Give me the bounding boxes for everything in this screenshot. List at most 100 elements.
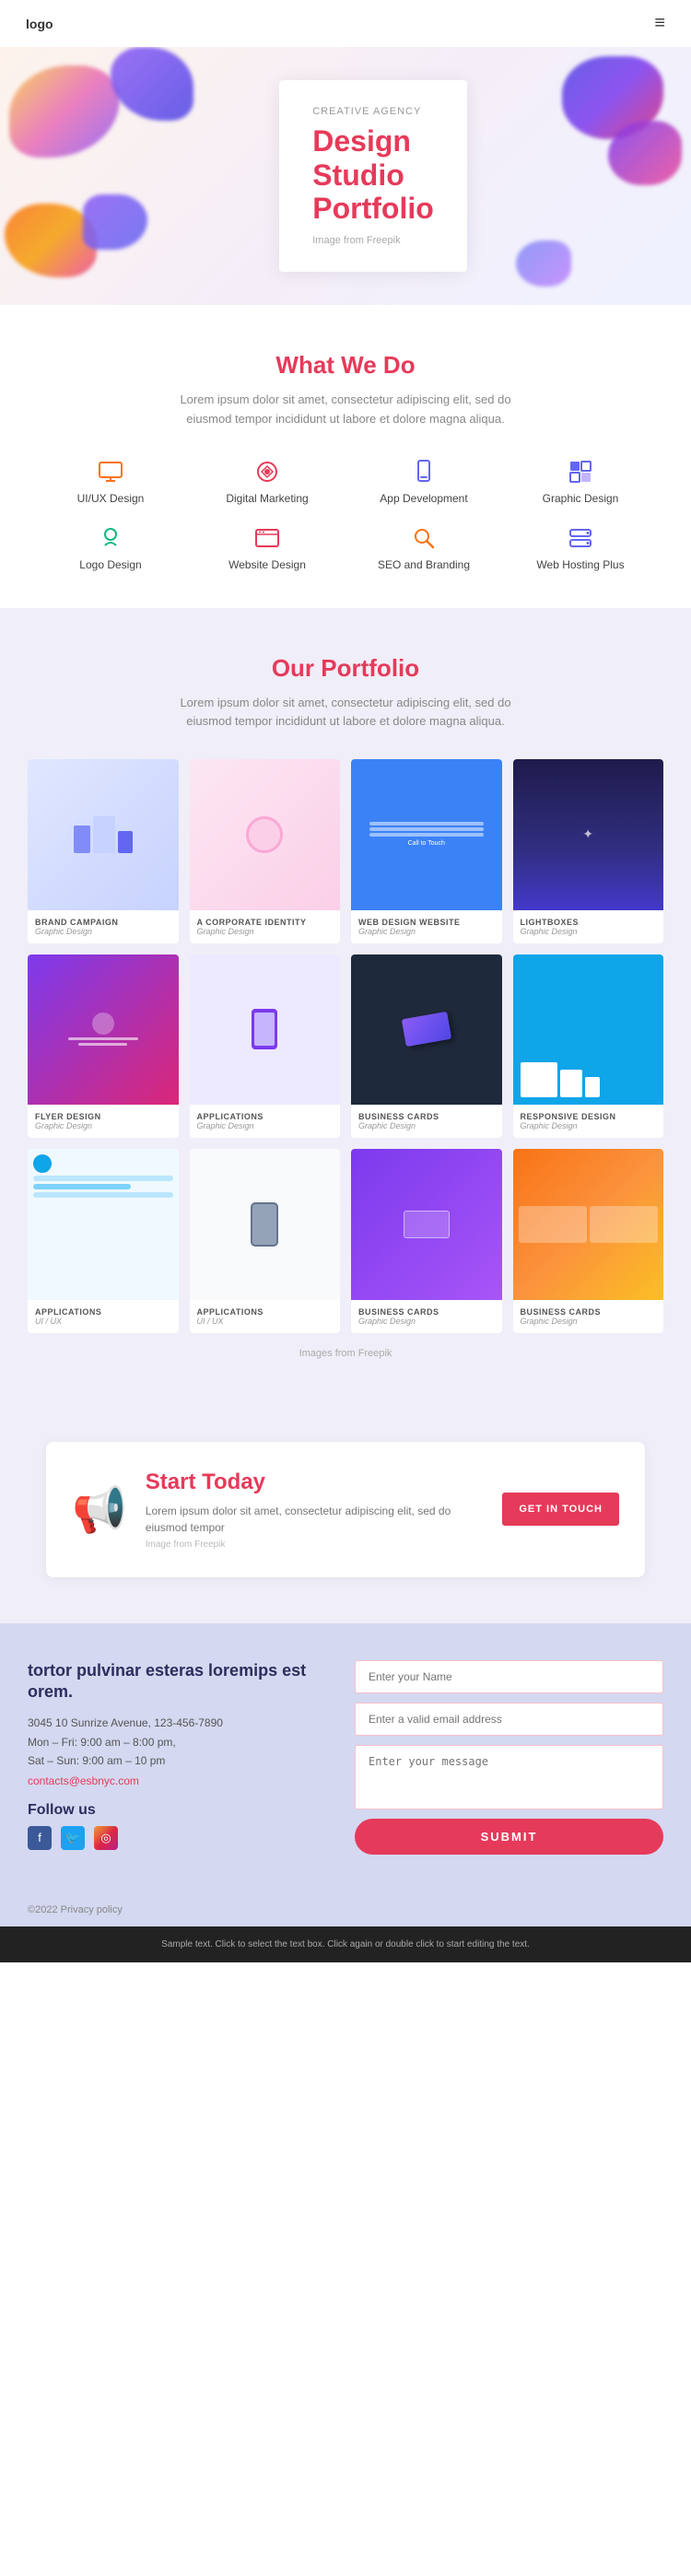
footer-email[interactable]: contacts@esbnyc.com <box>28 1774 336 1787</box>
portfolio-cat-appui2: APPLICATIONS <box>197 1307 334 1317</box>
get-in-touch-button[interactable]: GET IN TOUCH <box>502 1493 619 1526</box>
hero-blob-6 <box>83 194 147 250</box>
portfolio-cat-biz3: BUSINESS CARDS <box>521 1307 657 1317</box>
portfolio-sub-appui: UI / UX <box>35 1317 171 1326</box>
portfolio-info-app: APPLICATIONS Graphic Design <box>190 1105 341 1138</box>
service-hosting: Web Hosting Plus <box>507 523 654 571</box>
start-credit: Image from Freepik <box>146 1540 485 1550</box>
instagram-icon[interactable]: ◎ <box>94 1826 118 1850</box>
portfolio-info-biz2: BUSINESS CARDS Graphic Design <box>351 1300 502 1333</box>
portfolio-item-corp[interactable]: A CORPORATE IDENTITY Graphic Design <box>190 759 341 943</box>
portfolio-img-appui <box>28 1149 179 1300</box>
logo: logo <box>26 17 53 31</box>
seo-icon <box>409 523 439 553</box>
message-input[interactable] <box>355 1745 663 1809</box>
web-label: Website Design <box>228 558 306 571</box>
web-icon <box>252 523 282 553</box>
start-icon: 📢 <box>72 1483 127 1536</box>
social-icons: f 🐦 ◎ <box>28 1826 336 1850</box>
portfolio-info-light: LIGHTBOXES Graphic Design <box>513 910 664 943</box>
email-input[interactable] <box>355 1703 663 1736</box>
portfolio-cat-web: WEB DESIGN WEBSITE <box>358 918 495 927</box>
portfolio-info-brand: BRAND CAMPAIGN Graphic Design <box>28 910 179 943</box>
start-title: Start Today <box>146 1469 485 1495</box>
gd-icon <box>566 457 595 486</box>
twitter-icon[interactable]: 🐦 <box>61 1826 85 1850</box>
bottom-bar: Sample text. Click to select the text bo… <box>0 1926 691 1962</box>
portfolio-info-flyer: FLYER DESIGN Graphic Design <box>28 1105 179 1138</box>
service-uiux: UI/UX Design <box>37 457 184 505</box>
portfolio-img-resp <box>513 954 664 1106</box>
portfolio-item-flyer[interactable]: FLYER DESIGN Graphic Design <box>28 954 179 1139</box>
what-we-do-desc: Lorem ipsum dolor sit amet, consectetur … <box>161 391 530 429</box>
follow-title: Follow us <box>28 1802 336 1819</box>
portfolio-cat-bizcard: BUSINESS CARDS <box>358 1112 495 1121</box>
start-today-section: 📢 Start Today Lorem ipsum dolor sit amet… <box>46 1442 645 1577</box>
what-we-do-title: What We Do <box>37 351 654 380</box>
hero-blob-4 <box>608 121 682 185</box>
gd-label: Graphic Design <box>543 492 619 505</box>
app-label: App Development <box>380 492 467 505</box>
hero-card: CREATIVE AGENCY Design Studio Portfolio … <box>279 80 467 272</box>
submit-button[interactable]: SUBMIT <box>355 1819 663 1855</box>
portfolio-info-web: WEB DESIGN WEBSITE Graphic Design <box>351 910 502 943</box>
portfolio-cat-brand: BRAND CAMPAIGN <box>35 918 171 927</box>
portfolio-desc: Lorem ipsum dolor sit amet, consectetur … <box>161 694 530 732</box>
name-input[interactable] <box>355 1660 663 1693</box>
portfolio-item-brand[interactable]: BRAND CAMPAIGN Graphic Design <box>28 759 179 943</box>
portfolio-img-biz3 <box>513 1149 664 1300</box>
portfolio-sub-light: Graphic Design <box>521 927 657 936</box>
portfolio-section: Our Portfolio Lorem ipsum dolor sit amet… <box>0 608 691 1396</box>
portfolio-item-web[interactable]: Call to Touch WEB DESIGN WEBSITE Graphic… <box>351 759 502 943</box>
portfolio-img-light: ✦ <box>513 759 664 910</box>
portfolio-info-corp: A CORPORATE IDENTITY Graphic Design <box>190 910 341 943</box>
portfolio-item-light[interactable]: ✦ LIGHTBOXES Graphic Design <box>513 759 664 943</box>
dm-label: Digital Marketing <box>226 492 308 505</box>
footer-heading: tortor pulvinar esteras loremips est ore… <box>28 1660 336 1704</box>
images-credit: Images from Freepik <box>28 1348 663 1359</box>
footer-bottom: ©2022 Privacy policy <box>0 1891 691 1926</box>
hero-blob-2 <box>111 47 193 121</box>
portfolio-img-corp <box>190 759 341 910</box>
hero-image-credit: Image from Freepik <box>312 235 434 246</box>
service-seo: SEO and Branding <box>350 523 498 571</box>
footer-section: tortor pulvinar esteras loremips est ore… <box>0 1623 691 1891</box>
portfolio-img-bizcard <box>351 954 502 1106</box>
portfolio-sub-bizcard: Graphic Design <box>358 1121 495 1130</box>
portfolio-sub-biz2: Graphic Design <box>358 1317 495 1326</box>
hero-blob-7 <box>516 240 571 287</box>
portfolio-info-biz3: BUSINESS CARDS Graphic Design <box>513 1300 664 1333</box>
portfolio-cat-corp: A CORPORATE IDENTITY <box>197 918 334 927</box>
portfolio-img-appui2 <box>190 1149 341 1300</box>
portfolio-sub-web: Graphic Design <box>358 927 495 936</box>
logo-label: Logo Design <box>79 558 141 571</box>
portfolio-item-resp[interactable]: RESPONSIVE DESIGN Graphic Design <box>513 954 664 1139</box>
service-dm: Digital Marketing <box>193 457 341 505</box>
service-app: App Development <box>350 457 498 505</box>
portfolio-item-appui[interactable]: APPLICATIONS UI / UX <box>28 1149 179 1333</box>
hero-blob-1 <box>9 65 120 158</box>
hero-title: Design Studio Portfolio <box>312 124 434 226</box>
what-we-do-section: What We Do Lorem ipsum dolor sit amet, c… <box>0 305 691 608</box>
portfolio-item-biz3[interactable]: BUSINESS CARDS Graphic Design <box>513 1149 664 1333</box>
hero-section: CREATIVE AGENCY Design Studio Portfolio … <box>0 47 691 305</box>
hosting-icon <box>566 523 595 553</box>
portfolio-item-app[interactable]: APPLICATIONS Graphic Design <box>190 954 341 1139</box>
portfolio-item-bizcard[interactable]: BUSINESS CARDS Graphic Design <box>351 954 502 1139</box>
uiux-icon <box>96 457 125 486</box>
portfolio-cat-flyer: FLYER DESIGN <box>35 1112 171 1121</box>
portfolio-info-appui: APPLICATIONS UI / UX <box>28 1300 179 1333</box>
menu-button[interactable]: ≡ <box>654 13 665 34</box>
portfolio-sub-biz3: Graphic Design <box>521 1317 657 1326</box>
portfolio-item-biz2[interactable]: BUSINESS CARDS Graphic Design <box>351 1149 502 1333</box>
portfolio-img-web: Call to Touch <box>351 759 502 910</box>
hero-label: CREATIVE AGENCY <box>312 106 434 117</box>
portfolio-item-appui2[interactable]: APPLICATIONS UI / UX <box>190 1149 341 1333</box>
uiux-label: UI/UX Design <box>77 492 145 505</box>
portfolio-info-appui2: APPLICATIONS UI / UX <box>190 1300 341 1333</box>
facebook-icon[interactable]: f <box>28 1826 52 1850</box>
seo-label: SEO and Branding <box>378 558 470 571</box>
start-today-wrapper: 📢 Start Today Lorem ipsum dolor sit amet… <box>0 1396 691 1623</box>
portfolio-cat-light: LIGHTBOXES <box>521 918 657 927</box>
start-desc: Lorem ipsum dolor sit amet, consectetur … <box>146 1503 485 1536</box>
